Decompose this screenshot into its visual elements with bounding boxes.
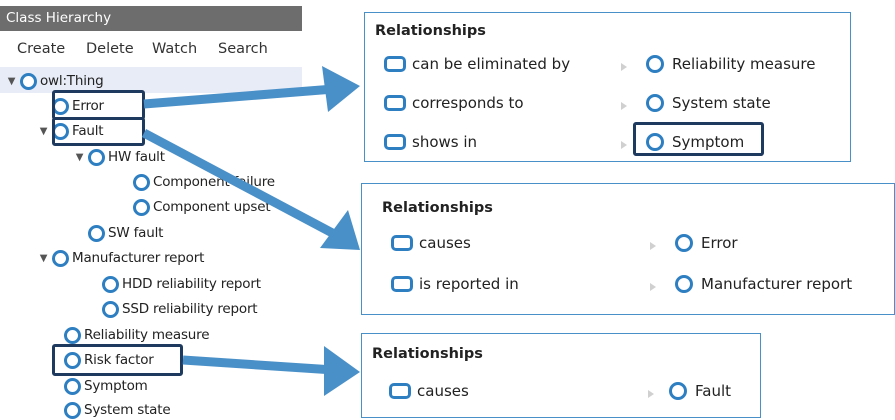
relationship-row[interactable]: causes xyxy=(391,232,471,254)
arrow-right-icon xyxy=(650,242,656,250)
triangle-down-icon[interactable]: ▼ xyxy=(38,126,49,137)
object-property-icon xyxy=(389,383,411,399)
tree-node-component-upset[interactable]: Component upset xyxy=(133,197,271,217)
relationship-row[interactable]: causes xyxy=(389,380,469,402)
tree-node-owl-thing[interactable]: ▼ owl:Thing xyxy=(6,71,104,91)
target-label: Manufacturer report xyxy=(701,275,853,293)
class-circle-icon xyxy=(675,234,693,252)
tree-node-ssd-reliability-report[interactable]: SSD reliability report xyxy=(102,299,258,319)
class-circle-icon xyxy=(88,148,105,166)
class-circle-icon xyxy=(102,300,119,318)
tree-node-system-state[interactable]: System state xyxy=(64,400,171,420)
object-property-icon xyxy=(391,235,413,251)
class-hierarchy-panel: Class Hierarchy Create Delete Watch Sear… xyxy=(0,0,302,420)
arrow-right-icon xyxy=(648,390,654,398)
tree-node-label: SW fault xyxy=(108,225,164,241)
property-label: corresponds to xyxy=(412,94,524,112)
tree-node-hdd-reliability-report[interactable]: HDD reliability report xyxy=(102,274,261,294)
property-label: causes xyxy=(419,234,471,252)
class-circle-icon xyxy=(669,382,687,400)
relationship-row[interactable]: is reported in xyxy=(391,273,519,295)
relationship-target[interactable]: Error xyxy=(675,232,738,254)
relationship-row[interactable]: shows in xyxy=(384,131,477,153)
tree-node-label: HW fault xyxy=(108,149,165,165)
hierarchy-toolbar: Create Delete Watch Search xyxy=(0,34,302,64)
relationship-target[interactable]: System state xyxy=(646,92,771,114)
class-circle-icon xyxy=(102,275,119,293)
relationships-panel-3: Relationships causes Fault xyxy=(361,333,761,418)
arrow-right-icon xyxy=(621,141,627,149)
create-menu-item[interactable]: Create xyxy=(17,41,65,57)
highlight-box-fault xyxy=(52,117,145,146)
tree-node-symptom[interactable]: Symptom xyxy=(64,376,148,396)
delete-menu-item[interactable]: Delete xyxy=(86,41,134,57)
tree-node-label: Reliability measure xyxy=(84,327,210,343)
relationship-target[interactable]: Manufacturer report xyxy=(675,273,852,295)
arrow-right-icon xyxy=(621,102,627,110)
search-menu-item[interactable]: Search xyxy=(218,41,268,57)
relationships-panel-1: Relationships can be eliminated by Relia… xyxy=(364,12,851,162)
relationship-target[interactable]: Reliability measure xyxy=(646,53,815,75)
target-label: Error xyxy=(701,234,738,252)
class-circle-icon xyxy=(646,55,664,73)
tree-node-label: HDD reliability report xyxy=(122,276,261,292)
target-label: System state xyxy=(672,94,771,112)
object-property-icon xyxy=(384,56,406,72)
tree-node-label: SSD reliability report xyxy=(122,301,258,317)
property-label: causes xyxy=(417,382,469,400)
relationships-title: Relationships xyxy=(375,23,486,39)
property-label: is reported in xyxy=(419,275,519,293)
class-hierarchy-title: Class Hierarchy xyxy=(0,6,302,31)
tree-node-component-failure[interactable]: Component failure xyxy=(133,172,275,192)
tree-node-label: Manufacturer report xyxy=(72,250,205,266)
tree-node-label: Component failure xyxy=(153,174,275,190)
class-circle-icon xyxy=(52,249,69,267)
tree-node-label: Symptom xyxy=(84,378,148,394)
triangle-down-icon[interactable]: ▼ xyxy=(74,152,85,163)
relationships-title: Relationships xyxy=(372,346,483,362)
relationship-target[interactable]: Fault xyxy=(669,380,731,402)
class-circle-icon xyxy=(646,94,664,112)
arrow-right-icon xyxy=(650,283,656,291)
relationships-panel-2: Relationships causes Error is reported i… xyxy=(361,183,895,315)
tree-node-sw-fault[interactable]: SW fault xyxy=(88,223,163,243)
object-property-icon xyxy=(391,276,413,292)
highlight-box-risk-factor xyxy=(52,344,183,376)
property-label: can be eliminated by xyxy=(412,55,571,73)
triangle-down-icon[interactable]: ▼ xyxy=(38,253,49,264)
tree-node-manufacturer-report[interactable]: ▼ Manufacturer report xyxy=(38,248,204,268)
tree-node-reliability-measure[interactable]: Reliability measure xyxy=(64,325,210,345)
property-label: shows in xyxy=(412,133,478,151)
class-circle-icon xyxy=(88,224,105,242)
tree-node-hw-fault[interactable]: ▼ HW fault xyxy=(74,147,165,167)
class-circle-icon xyxy=(133,173,150,191)
arrow-right-icon xyxy=(621,63,627,71)
object-property-icon xyxy=(384,134,406,150)
relationship-row[interactable]: can be eliminated by xyxy=(384,53,570,75)
tree-node-label: owl:Thing xyxy=(40,73,104,89)
object-property-icon xyxy=(384,95,406,111)
relationships-title: Relationships xyxy=(382,200,493,216)
class-circle-icon xyxy=(133,198,150,216)
class-circle-icon xyxy=(64,326,81,344)
class-circle-icon xyxy=(675,275,693,293)
watch-menu-item[interactable]: Watch xyxy=(152,41,197,57)
class-circle-icon xyxy=(64,377,81,395)
tree-node-label: System state xyxy=(84,402,171,418)
target-label: Reliability measure xyxy=(672,55,816,73)
highlight-box-symptom xyxy=(633,122,764,156)
class-circle-icon xyxy=(64,401,81,419)
relationship-row[interactable]: corresponds to xyxy=(384,92,524,114)
target-label: Fault xyxy=(695,382,731,400)
tree-node-label: Component upset xyxy=(153,199,271,215)
triangle-down-icon[interactable]: ▼ xyxy=(6,76,17,87)
class-circle-icon xyxy=(20,72,37,90)
highlight-box-error xyxy=(52,90,145,120)
